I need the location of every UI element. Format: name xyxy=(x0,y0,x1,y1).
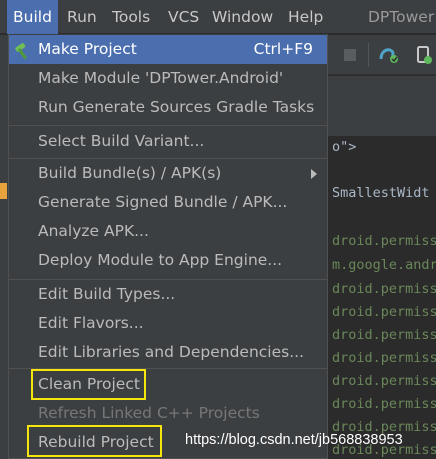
code-line: droid.permiss xyxy=(332,233,436,249)
menu-item-clean-project[interactable]: Clean Project xyxy=(9,370,327,399)
main-toolbar xyxy=(326,35,436,75)
menu-item-label: Select Build Variant... xyxy=(38,132,205,150)
menu-window[interactable]: Window xyxy=(212,0,273,34)
gradle-sync-icon[interactable] xyxy=(378,45,398,65)
menu-item-label: Clean Project xyxy=(38,375,140,393)
stop-icon[interactable] xyxy=(340,45,360,65)
warning-marker xyxy=(0,183,7,199)
menu-tools[interactable]: Tools xyxy=(112,0,150,34)
menu-item-make-module[interactable]: Make Module 'DPTower.Android' xyxy=(9,64,327,93)
menu-run[interactable]: Run xyxy=(67,0,97,34)
chevron-right-icon xyxy=(311,169,317,179)
menu-item-label: Deploy Module to App Engine... xyxy=(38,251,283,269)
menu-item-deploy-module[interactable]: Deploy Module to App Engine... xyxy=(9,246,327,275)
menu-item-analyze-apk[interactable]: Analyze APK... xyxy=(9,217,327,246)
code-line: droid.permiss xyxy=(332,396,436,412)
watermark-url: https://blog.csdn.net/jb568838953 xyxy=(185,432,403,448)
menu-item-label: Edit Libraries and Dependencies... xyxy=(38,343,304,361)
menu-vcs[interactable]: VCS xyxy=(168,0,199,34)
build-menu-dropdown: Make Project Ctrl+F9 Make Module 'DPTowe… xyxy=(8,34,328,459)
menu-build[interactable]: Build xyxy=(7,0,58,34)
menu-item-label: Refresh Linked C++ Projects xyxy=(38,404,260,422)
hammer-icon xyxy=(14,41,32,60)
toolbar-separator xyxy=(368,43,369,67)
code-line: m.google.andr xyxy=(332,257,436,273)
menu-item-label: Generate Signed Bundle / APK... xyxy=(38,193,288,211)
menu-item-edit-flavors[interactable]: Edit Flavors... xyxy=(9,309,327,338)
menu-item-label: Rebuild Project xyxy=(38,433,154,451)
menu-item-select-build-variant[interactable]: Select Build Variant... xyxy=(9,127,327,156)
menu-item-label: Analyze APK... xyxy=(38,222,149,240)
menu-item-edit-libraries[interactable]: Edit Libraries and Dependencies... xyxy=(9,338,327,367)
menu-item-make-project[interactable]: Make Project Ctrl+F9 xyxy=(9,35,327,64)
menu-item-label: Make Project xyxy=(38,40,137,58)
left-tool-strip xyxy=(0,35,8,459)
menu-item-build-bundle-apk[interactable]: Build Bundle(s) / APK(s) xyxy=(9,159,327,188)
code-line: o"> xyxy=(332,139,357,155)
menu-item-label: Build Bundle(s) / APK(s) xyxy=(38,164,222,182)
menu-item-refresh-linked-cpp: Refresh Linked C++ Projects xyxy=(9,399,327,428)
code-line: droid.permiss xyxy=(332,350,436,366)
menu-item-label: Edit Flavors... xyxy=(38,314,144,332)
menu-item-label: Edit Build Types... xyxy=(38,285,176,303)
shortcut-label: Ctrl+F9 xyxy=(253,40,313,58)
code-line: droid.permiss xyxy=(332,304,436,320)
menu-item-run-generate-sources[interactable]: Run Generate Sources Gradle Tasks xyxy=(9,93,327,122)
code-line: droid.permiss xyxy=(332,281,436,297)
menu-separator xyxy=(9,368,327,369)
menu-item-edit-build-types[interactable]: Edit Build Types... xyxy=(9,280,327,309)
code-editor: o"> SmallestWidt droid.permiss m.google.… xyxy=(326,136,436,459)
editor-tab-strip xyxy=(326,76,436,136)
menu-item-label: Run Generate Sources Gradle Tasks xyxy=(38,98,315,116)
menu-help[interactable]: Help xyxy=(288,0,323,34)
menu-separator xyxy=(9,125,327,126)
menu-bar: Build Run Tools VCS Window Help DPTower xyxy=(0,0,436,34)
code-line: SmallestWidt xyxy=(332,185,430,201)
menu-item-label: Make Module 'DPTower.Android' xyxy=(38,69,284,87)
window-title: DPTower xyxy=(368,8,435,26)
code-line: droid.permiss xyxy=(332,327,436,343)
code-line: droid.permiss xyxy=(332,373,436,389)
device-manager-icon[interactable] xyxy=(414,45,434,65)
menu-item-generate-signed-bundle[interactable]: Generate Signed Bundle / APK... xyxy=(9,188,327,217)
